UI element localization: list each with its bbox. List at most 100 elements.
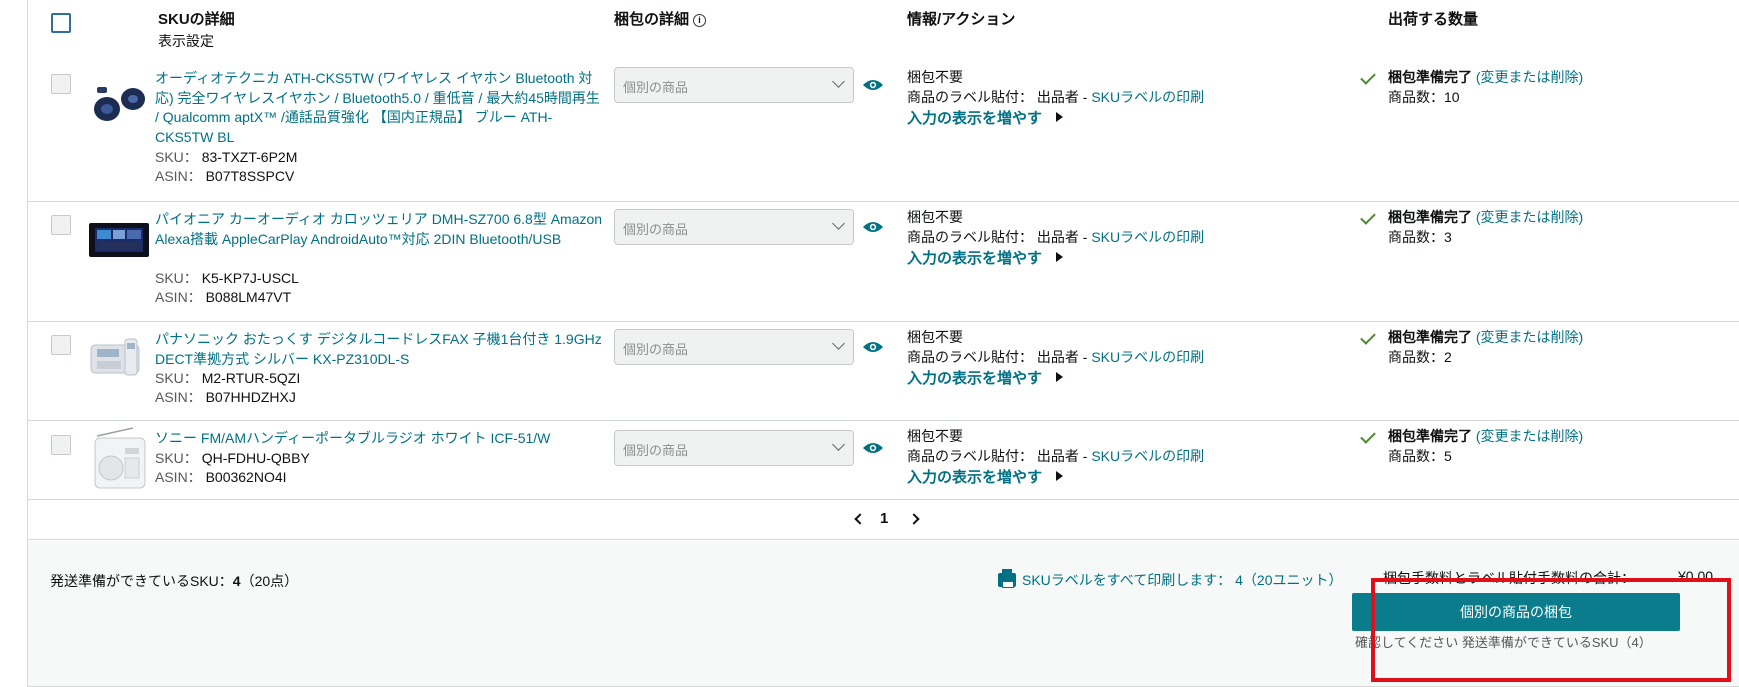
status-ready: 梱包準備完了 [1388,329,1472,345]
packing-select[interactable]: 個別の商品 [614,329,854,365]
asin-line: ASIN： B00362NO4I [155,468,287,488]
chevron-down-icon [832,217,845,230]
product-image [89,210,149,268]
packing-info: 梱包不要商品のラベル貼付： 出品者 - SKUラベルの印刷 [907,427,1204,466]
change-delete-link[interactable]: (変更または削除) [1476,329,1583,345]
show-more-label: 入力の表示を増やす [907,250,1043,267]
sku-value: 83-TXZT-6P2M [201,149,298,165]
change-delete-link[interactable]: (変更または削除) [1476,69,1583,85]
asin-value: B07HHDZHXJ [205,389,296,405]
show-more-label: 入力の表示を増やす [907,370,1043,387]
label-info: 商品のラベル貼付： 出品者 - SKUラベルの印刷 [907,447,1204,467]
change-delete-link[interactable]: (変更または削除) [1476,428,1583,444]
packing-select[interactable]: 個別の商品 [614,209,854,245]
change-delete-link[interactable]: (変更または削除) [1476,209,1583,225]
sku-label: SKU： [155,270,198,286]
asin-value: B088LM47VT [205,289,292,305]
eye-icon[interactable] [862,441,884,455]
sku-line: SKU： M2-RTUR-5QZI [155,369,300,389]
item-count: 商品数：10 [1388,88,1460,105]
row-checkbox[interactable] [51,74,71,94]
show-more-link[interactable]: 入力の表示を増やす [907,107,1064,128]
eye-icon[interactable] [862,340,884,354]
show-more-label: 入力の表示を増やす [907,469,1043,486]
asin-label: ASIN： [155,168,202,184]
print-sku-label-link[interactable]: SKUラベルの印刷 [1091,349,1204,365]
print-sku-label-link[interactable]: SKUラベルの印刷 [1091,89,1204,105]
chevron-down-icon [832,75,845,88]
col-packing-details-label: 梱包の詳細 [614,11,690,28]
select-all-checkbox[interactable] [51,13,71,33]
table-row: ソニー FM/AMハンディーポータブルラジオ ホワイト ICF-51/W SKU… [28,421,1739,500]
product-title-link[interactable]: パナソニック おたっくす デジタルコードレスFAX 子機1台付き 1.9GHz … [155,330,605,369]
caret-right-icon [1056,471,1064,481]
page-number[interactable]: 1 [880,510,888,527]
pagination: 1 [28,500,1739,540]
eye-icon[interactable] [862,78,884,92]
table-row: パイオニア カーオーディオ カロッツェリア DMH-SZ700 6.8型 Ama… [28,202,1739,322]
product-title-link[interactable]: パイオニア カーオーディオ カロッツェリア DMH-SZ700 6.8型 Ama… [155,210,605,249]
show-more-label: 入力の表示を増やす [907,110,1043,127]
status-ready: 梱包準備完了 [1388,69,1472,85]
label-info: 商品のラベル貼付： 出品者 - SKUラベルの印刷 [907,228,1204,248]
product-image [89,427,149,489]
sku-value: QH-FDHU-QBBY [201,450,310,466]
check-icon [1360,329,1376,345]
packing-select-value: 個別の商品 [623,80,689,95]
sku-value: M2-RTUR-5QZI [201,370,301,386]
packing-info: 梱包不要 商品のラベル貼付： 出品者 - SKUラベルの印刷 [907,68,1204,107]
asin-label: ASIN： [155,289,202,305]
product-image [89,74,149,132]
table-row: オーディオテクニカ ATH-CKS5TW (ワイヤレス イヤホン Bluetoo… [28,60,1739,202]
chevron-right-icon[interactable] [908,513,920,525]
packing-required: 梱包不要 [907,209,963,225]
row-checkbox[interactable] [51,335,71,355]
label-info: 商品のラベル貼付： 出品者 - SKUラベルの印刷 [907,348,1204,368]
sku-line: SKU： K5-KP7J-USCL [155,269,299,289]
ready-label: 発送準備ができているSKU： [50,573,233,589]
print-sku-label-link[interactable]: SKUラベルの印刷 [1091,448,1204,464]
col-info-action: 情報/アクション [907,11,1016,28]
status-ready: 梱包準備完了 [1388,428,1472,444]
qty-info: 梱包準備完了 (変更または削除) 商品数：2 [1388,328,1583,367]
qty-info: 梱包準備完了 (変更または削除) 商品数：3 [1388,208,1583,247]
printer-icon [998,569,1016,588]
eye-icon[interactable] [862,220,884,234]
qty-info: 梱包準備完了 (変更または削除) 商品数：5 [1388,427,1583,466]
packing-select[interactable]: 個別の商品 [614,430,854,466]
row-checkbox[interactable] [51,215,71,235]
product-title-link[interactable]: ソニー FM/AMハンディーポータブルラジオ ホワイト ICF-51/W [155,429,605,449]
packing-required: 梱包不要 [907,428,963,444]
show-more-link[interactable]: 入力の表示を増やす [907,367,1064,388]
check-icon [1360,69,1376,85]
ready-units: （20点） [240,573,299,589]
check-icon [1360,209,1376,225]
status-ready: 梱包準備完了 [1388,209,1472,225]
highlight-box [1371,578,1731,682]
ready-sku-summary: 発送準備ができているSKU：4（20点） [50,571,298,591]
sku-label: SKU： [155,450,198,466]
label-prefix: 商品のラベル貼付： 出品者 - [907,348,1092,365]
print-sku-label-link[interactable]: SKUラベルの印刷 [1091,229,1204,245]
row-checkbox[interactable] [51,435,71,455]
sku-label: SKU： [155,370,198,386]
table-header: SKUの詳細 表示設定 梱包の詳細 i 情報/アクション 出荷する数量 [28,0,1739,60]
show-more-link[interactable]: 入力の表示を増やす [907,247,1064,268]
col-sku-details: SKUの詳細 [158,11,235,28]
print-all-labels-link[interactable]: SKUラベルをすべて印刷します： 4（20ユニット） [998,569,1343,590]
label-prefix: 商品のラベル貼付： 出品者 - [907,447,1092,464]
packing-info: 梱包不要商品のラベル貼付： 出品者 - SKUラベルの印刷 [907,328,1204,367]
packing-select-value: 個別の商品 [623,222,689,237]
label-prefix: 商品のラベル貼付： 出品者 - [907,228,1092,245]
display-settings-link[interactable]: 表示設定 [158,31,214,51]
label-info: 商品のラベル貼付： 出品者 - SKUラベルの印刷 [907,88,1204,108]
packing-required: 梱包不要 [907,329,963,345]
chevron-left-icon[interactable] [854,513,866,525]
product-title-link[interactable]: オーディオテクニカ ATH-CKS5TW (ワイヤレス イヤホン Bluetoo… [155,69,605,147]
show-more-link[interactable]: 入力の表示を増やす [907,466,1064,487]
packing-select-value: 個別の商品 [623,342,689,357]
info-icon[interactable]: i [693,14,707,27]
asin-label: ASIN： [155,389,202,405]
item-count: 商品数：3 [1388,228,1452,245]
packing-select[interactable]: 個別の商品 [614,67,854,103]
